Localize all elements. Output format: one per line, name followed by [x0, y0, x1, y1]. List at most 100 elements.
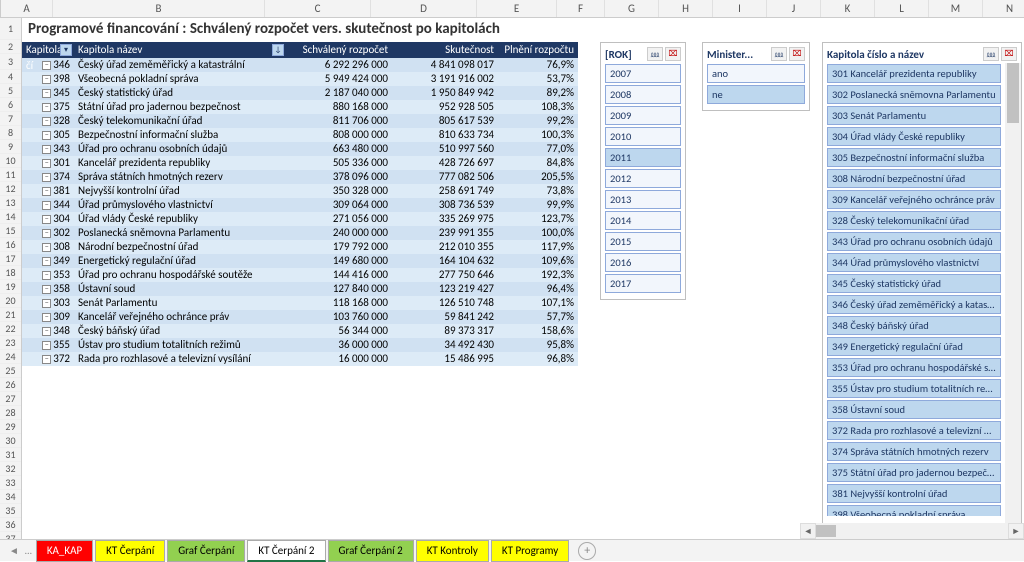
- row-8[interactable]: 8: [0, 126, 21, 140]
- clear-filter-icon[interactable]: ⌧: [665, 47, 681, 61]
- slicer-item-2015[interactable]: 2015: [605, 232, 681, 251]
- table-row[interactable]: −381Nejvyšší kontrolní úřad350 328 00025…: [22, 184, 578, 198]
- slicer-item[interactable]: 302 Poslanecká sněmovna Parlamentu: [827, 85, 1001, 104]
- slicer-item[interactable]: 348 Český báňský úřad: [827, 316, 1001, 335]
- multiselect-icon[interactable]: ⅏: [983, 47, 999, 61]
- collapse-icon[interactable]: −: [42, 313, 51, 322]
- collapse-icon[interactable]: −: [42, 131, 51, 140]
- sort-dropdown-icon[interactable]: ↓: [272, 44, 284, 56]
- column-H[interactable]: H: [659, 0, 713, 17]
- clear-filter-icon[interactable]: ⌧: [789, 47, 805, 61]
- sheet-tab[interactable]: Graf Čerpání: [167, 540, 245, 562]
- row-17[interactable]: 17: [0, 252, 21, 266]
- row-22[interactable]: 22: [0, 322, 21, 336]
- collapse-icon[interactable]: −: [42, 355, 51, 364]
- slicer-item[interactable]: 343 Úřad pro ochranu osobních údajů: [827, 232, 1001, 251]
- sheet-tab[interactable]: Graf Čerpání 2: [328, 540, 414, 562]
- multiselect-icon[interactable]: ⅏: [771, 47, 787, 61]
- slicer-item[interactable]: 381 Nejvyšší kontrolní úřad: [827, 484, 1001, 503]
- slicer-item[interactable]: 353 Úřad pro ochranu hospodářské so...: [827, 358, 1001, 377]
- row-12[interactable]: 12: [0, 182, 21, 196]
- collapse-icon[interactable]: −: [42, 145, 51, 154]
- column-D[interactable]: D: [371, 0, 477, 17]
- collapse-icon[interactable]: −: [42, 75, 51, 84]
- column-E[interactable]: E: [477, 0, 557, 17]
- tab-nav-more[interactable]: …: [25, 544, 32, 557]
- column-K[interactable]: K: [821, 0, 875, 17]
- collapse-icon[interactable]: −: [42, 201, 51, 210]
- slicer-item-2007[interactable]: 2007: [605, 64, 681, 83]
- row-5[interactable]: 5: [0, 84, 21, 98]
- slicer-item[interactable]: 345 Český statistický úřad: [827, 274, 1001, 293]
- table-row[interactable]: −344Úřad průmyslového vlastnictví309 064…: [22, 198, 578, 212]
- table-row[interactable]: −358Ústavní soud127 840 000123 219 42796…: [22, 282, 578, 296]
- slicer-item[interactable]: 303 Senát Parlamentu: [827, 106, 1001, 125]
- table-row[interactable]: −355Ústav pro studium totalitních režimů…: [22, 338, 578, 352]
- row-28[interactable]: 28: [0, 406, 21, 420]
- column-G[interactable]: G: [605, 0, 659, 17]
- row-15[interactable]: 15: [0, 224, 21, 238]
- table-row[interactable]: −375Státní úřad pro jadernou bezpečnost8…: [22, 100, 578, 114]
- row-18[interactable]: 18: [0, 266, 21, 280]
- table-row[interactable]: −308Národní bezpečnostní úřad179 792 000…: [22, 240, 578, 254]
- slicer-item[interactable]: 305 Bezpečnostní informační služba: [827, 148, 1001, 167]
- sheet-tab[interactable]: KT Programy: [491, 540, 569, 562]
- scroll-right-icon[interactable]: ►: [1008, 523, 1024, 539]
- multiselect-icon[interactable]: ⅏: [647, 47, 663, 61]
- table-row[interactable]: −353Úřad pro ochranu hospodářské soutěže…: [22, 268, 578, 282]
- table-row[interactable]: −398Všeobecná pokladní správa5 949 424 0…: [22, 72, 578, 86]
- clear-filter-icon[interactable]: ⌧: [1001, 47, 1017, 61]
- sheet-tab[interactable]: KA_KAP: [36, 540, 93, 562]
- col-kapitola-nazev[interactable]: Kapitola název↓: [74, 42, 286, 58]
- table-row[interactable]: −303Senát Parlamentu118 168 000126 510 7…: [22, 296, 578, 310]
- row-16[interactable]: 16: [0, 238, 21, 252]
- row-23[interactable]: 23: [0, 336, 21, 350]
- table-row[interactable]: −345Český statistický úřad2 187 040 0001…: [22, 86, 578, 100]
- collapse-icon[interactable]: −: [42, 61, 51, 70]
- slicer-item-2013[interactable]: 2013: [605, 190, 681, 209]
- table-row[interactable]: −349Energetický regulační úřad149 680 00…: [22, 254, 578, 268]
- slicer-item[interactable]: 349 Energetický regulační úřad: [827, 337, 1001, 356]
- column-L[interactable]: L: [875, 0, 929, 17]
- collapse-icon[interactable]: −: [42, 187, 51, 196]
- table-row[interactable]: −305Bezpečnostní informační služba808 00…: [22, 128, 578, 142]
- table-row[interactable]: −346Český úřad zeměměřický a katastrální…: [22, 58, 578, 72]
- column-J[interactable]: J: [767, 0, 821, 17]
- tab-nav-prev-icon[interactable]: ◄: [9, 544, 19, 557]
- table-row[interactable]: −372Rada pro rozhlasové a televizní vysí…: [22, 352, 578, 366]
- collapse-icon[interactable]: −: [42, 117, 51, 126]
- slicer-item[interactable]: 328 Český telekomunikační úřad: [827, 211, 1001, 230]
- scroll-left-icon[interactable]: ◄: [800, 523, 816, 539]
- col-schvaleny-rozpocet[interactable]: Schválený rozpočet: [286, 42, 392, 58]
- row-36[interactable]: 36: [0, 518, 21, 532]
- collapse-icon[interactable]: −: [42, 341, 51, 350]
- row-13[interactable]: 13: [0, 196, 21, 210]
- table-row[interactable]: −374Správa státních hmotných rezerv378 0…: [22, 170, 578, 184]
- collapse-icon[interactable]: −: [42, 229, 51, 238]
- slicer-item[interactable]: 372 Rada pro rozhlasové a televizní vy..…: [827, 421, 1001, 440]
- row-7[interactable]: 7: [0, 112, 21, 126]
- row-19[interactable]: 19: [0, 280, 21, 294]
- sheet-tab[interactable]: KT Čerpání 2: [247, 540, 325, 562]
- row-3[interactable]: 3: [0, 54, 21, 70]
- slicer-item[interactable]: 374 Správa státních hmotných rezerv: [827, 442, 1001, 461]
- row-4[interactable]: 4: [0, 70, 21, 84]
- slicer-item-ano[interactable]: ano: [707, 64, 805, 83]
- slicer-item-2008[interactable]: 2008: [605, 85, 681, 104]
- slicer-item-2009[interactable]: 2009: [605, 106, 681, 125]
- collapse-icon[interactable]: −: [42, 173, 51, 182]
- slicer-item-2010[interactable]: 2010: [605, 127, 681, 146]
- row-31[interactable]: 31: [0, 448, 21, 462]
- column-A[interactable]: A: [1, 0, 53, 17]
- slicer-item[interactable]: 304 Úřad vlády České republiky: [827, 127, 1001, 146]
- row-33[interactable]: 33: [0, 476, 21, 490]
- collapse-icon[interactable]: −: [42, 159, 51, 168]
- row-24[interactable]: 24: [0, 350, 21, 364]
- row-14[interactable]: 14: [0, 210, 21, 224]
- row-26[interactable]: 26: [0, 378, 21, 392]
- table-row[interactable]: −302Poslanecká sněmovna Parlamentu240 00…: [22, 226, 578, 240]
- row-30[interactable]: 30: [0, 434, 21, 448]
- column-I[interactable]: I: [713, 0, 767, 17]
- col-plneni[interactable]: Plnění rozpočtu: [498, 42, 578, 58]
- row-34[interactable]: 34: [0, 490, 21, 504]
